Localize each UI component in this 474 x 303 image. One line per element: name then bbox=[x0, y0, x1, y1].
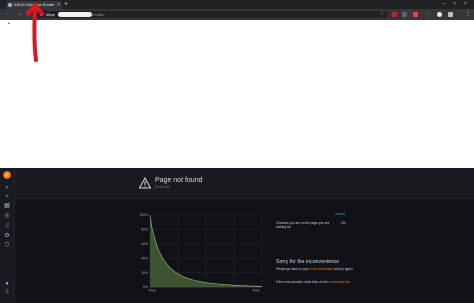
tab-close-icon[interactable]: × bbox=[57, 1, 60, 9]
community-site-link[interactable]: community site bbox=[329, 280, 350, 284]
y-tick-label: 80% bbox=[141, 228, 148, 232]
sorry-title: Sorry for the inconvenience bbox=[276, 259, 340, 265]
home-dashboard-link[interactable]: home dashboard bbox=[309, 267, 333, 271]
profile-avatar[interactable] bbox=[437, 12, 442, 17]
shield-icon[interactable]: ⛉ bbox=[3, 242, 11, 250]
y-tick-label: 40% bbox=[141, 256, 148, 260]
plus-icon[interactable]: + bbox=[3, 193, 11, 201]
y-tick-label: 100% bbox=[139, 213, 148, 217]
y-tick-label: 20% bbox=[141, 271, 148, 275]
extension-icon-3[interactable] bbox=[413, 12, 418, 17]
page-header: Page not found Error 404 bbox=[15, 168, 474, 199]
close-window-icon[interactable]: × bbox=[464, 0, 467, 9]
user-avatar[interactable]: ● bbox=[3, 280, 11, 288]
browser-toolbar: ← → ↻ ⚿ https /router/ ☆ ⋮ bbox=[0, 9, 474, 20]
extension-icon-1[interactable] bbox=[392, 12, 397, 17]
browser-tab[interactable]: ASUS Wireless Router × bbox=[6, 1, 62, 9]
grafana-app: ⌕ + ▦ ◎ ♫ ⚙ ⛉ ● ? Page not found Error 4… bbox=[0, 168, 474, 303]
forward-icon[interactable]: → bbox=[16, 9, 22, 20]
configuration-icon[interactable]: ⚙ bbox=[3, 232, 11, 240]
current-label: current bbox=[335, 212, 345, 216]
x-tick-label: Then bbox=[148, 289, 156, 293]
extension-icon-4[interactable] bbox=[426, 12, 431, 17]
error-persists-text: If the error persists, seek help on the … bbox=[276, 280, 356, 284]
sorry-text-post: and try again. bbox=[333, 267, 354, 271]
alerting-icon[interactable]: ♫ bbox=[3, 222, 11, 230]
dashboards-icon[interactable]: ▦ bbox=[3, 202, 11, 210]
grafana-logo-icon[interactable] bbox=[3, 171, 11, 179]
back-icon[interactable]: ← bbox=[5, 9, 11, 20]
sorry-text: Please go back to your home dashboard an… bbox=[276, 267, 356, 271]
help-icon[interactable]: ? bbox=[3, 289, 11, 297]
address-bar[interactable]: ⚿ https /router/ ☆ bbox=[36, 11, 388, 18]
tab-favicon-icon bbox=[8, 3, 12, 7]
chances-chart-svg: 100%80%60%40%20%0%Then Now bbox=[139, 213, 263, 293]
mouse-pointer: • bbox=[8, 21, 10, 27]
new-tab-button[interactable]: + bbox=[64, 0, 68, 9]
current-value: 0% bbox=[341, 221, 346, 225]
redacted-host bbox=[58, 12, 92, 17]
page-subtitle: Error 404 bbox=[155, 185, 170, 189]
browser-tab-bar: ASUS Wireless Router × + – □ × bbox=[0, 0, 474, 9]
explore-icon[interactable]: ◎ bbox=[3, 212, 11, 220]
maximize-icon[interactable]: □ bbox=[453, 0, 456, 9]
side-menu: ⌕ + ▦ ◎ ♫ ⚙ ⛉ ● ? bbox=[0, 168, 15, 303]
chances-text: Chances you are on the page you are look… bbox=[276, 221, 330, 230]
url-scheme: https bbox=[46, 12, 55, 17]
minimize-icon[interactable]: – bbox=[443, 0, 446, 9]
chances-chart: 100% 80% 60% 40% 20% 0% Then Now bbox=[136, 212, 266, 293]
sorry-text-pre: Please go back to your bbox=[276, 267, 310, 271]
extension-icon-2[interactable] bbox=[402, 12, 407, 17]
extension-icon-5[interactable] bbox=[448, 12, 453, 17]
url-path: /router/ bbox=[92, 12, 105, 17]
x-tick-label: Now bbox=[253, 289, 260, 293]
error-text-pre: If the error persists, seek help on the bbox=[276, 280, 329, 284]
tab-title: ASUS Wireless Router bbox=[14, 2, 55, 7]
error-text-post: . bbox=[349, 280, 351, 284]
y-tick-label: 60% bbox=[141, 242, 148, 246]
lock-icon: ⚿ bbox=[40, 12, 44, 17]
search-icon[interactable]: ⌕ bbox=[3, 184, 11, 192]
browser-menu-icon[interactable]: ⋮ bbox=[465, 9, 471, 20]
bookmark-star-icon[interactable]: ☆ bbox=[380, 11, 384, 18]
page-title: Page not found bbox=[155, 177, 203, 184]
warning-icon bbox=[139, 177, 151, 189]
reload-icon[interactable]: ↻ bbox=[26, 9, 31, 20]
